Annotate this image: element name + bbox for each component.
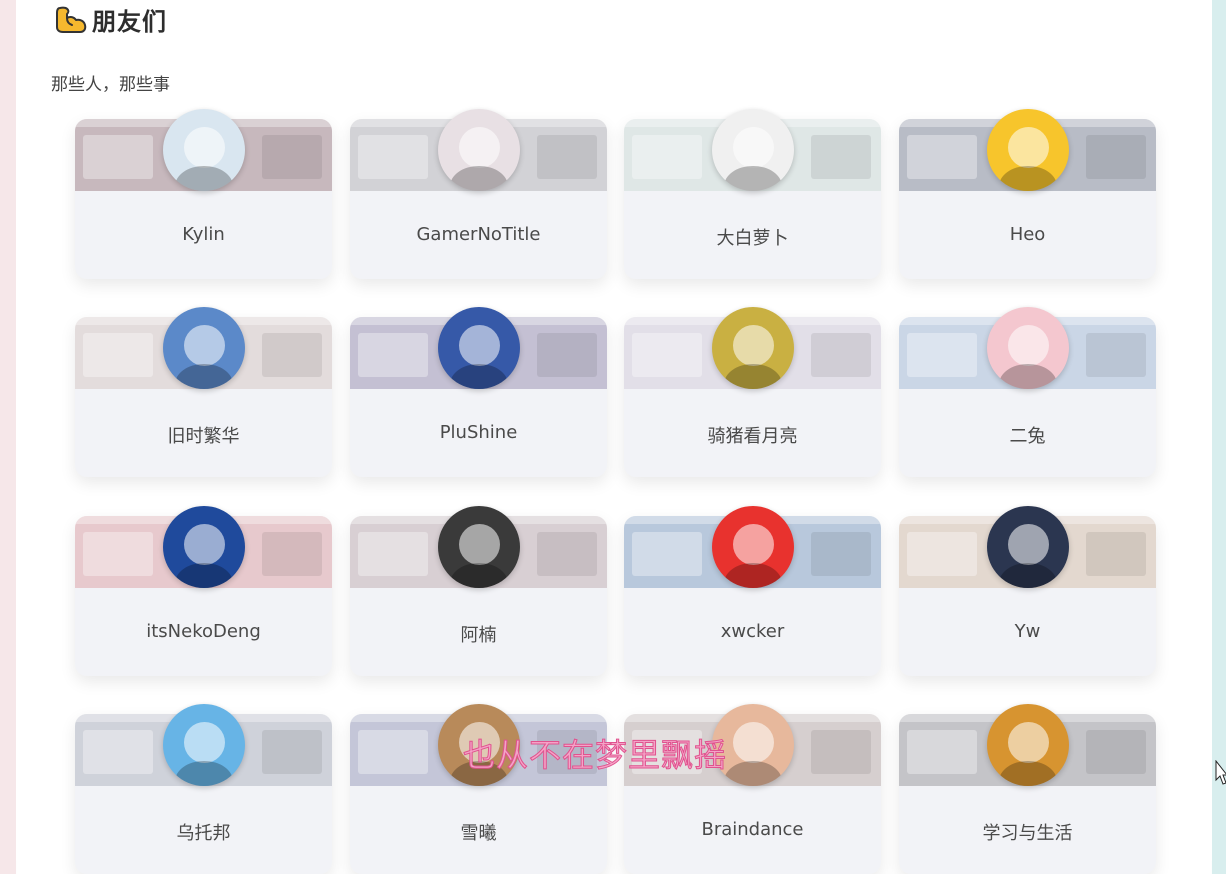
- friend-card[interactable]: PluShine: [350, 307, 607, 477]
- avatar[interactable]: [163, 704, 245, 786]
- avatar[interactable]: [163, 307, 245, 389]
- friend-card[interactable]: 骑猪看月亮: [624, 307, 881, 477]
- friend-card[interactable]: Yw: [899, 506, 1156, 676]
- page-subtitle: 那些人，那些事: [51, 75, 170, 95]
- avatar[interactable]: [987, 704, 1069, 786]
- friend-name[interactable]: itsNekoDeng: [75, 621, 332, 642]
- friend-name[interactable]: Yw: [899, 621, 1156, 642]
- friend-name[interactable]: 阿楠: [350, 621, 607, 647]
- friend-name[interactable]: 二兔: [899, 422, 1156, 448]
- friend-card[interactable]: itsNekoDeng: [75, 506, 332, 676]
- avatar[interactable]: [712, 506, 794, 588]
- avatar[interactable]: [438, 109, 520, 191]
- avatar[interactable]: [163, 506, 245, 588]
- friend-name[interactable]: xwcker: [624, 621, 881, 642]
- avatar[interactable]: [163, 109, 245, 191]
- friend-name[interactable]: Heo: [899, 224, 1156, 245]
- friend-card[interactable]: Kylin: [75, 109, 332, 279]
- friend-name[interactable]: PluShine: [350, 422, 607, 443]
- friend-name[interactable]: 骑猪看月亮: [624, 422, 881, 448]
- avatar[interactable]: [438, 506, 520, 588]
- friend-card[interactable]: 二兔: [899, 307, 1156, 477]
- friend-name[interactable]: 大白萝卜: [624, 224, 881, 250]
- section-heading: 朋友们: [54, 2, 167, 36]
- friend-card[interactable]: GamerNoTitle: [350, 109, 607, 279]
- friend-name[interactable]: 旧时繁华: [75, 422, 332, 448]
- avatar[interactable]: [987, 307, 1069, 389]
- mouse-cursor-icon: [1215, 759, 1226, 790]
- friend-card[interactable]: 大白萝卜: [624, 109, 881, 279]
- avatar[interactable]: [987, 506, 1069, 588]
- friend-card[interactable]: 乌托邦: [75, 704, 332, 874]
- page-title: 朋友们: [92, 7, 167, 36]
- friend-card[interactable]: Heo: [899, 109, 1156, 279]
- flexed-biceps-icon: [54, 4, 88, 34]
- lyric-overlay: 也从不在梦里飘摇: [462, 736, 728, 775]
- avatar[interactable]: [438, 307, 520, 389]
- avatar[interactable]: [987, 109, 1069, 191]
- avatar[interactable]: [712, 307, 794, 389]
- friend-card[interactable]: 旧时繁华: [75, 307, 332, 477]
- friend-name[interactable]: GamerNoTitle: [350, 224, 607, 245]
- friend-card[interactable]: 学习与生活: [899, 704, 1156, 874]
- friend-name[interactable]: Braindance: [624, 819, 881, 840]
- friend-name[interactable]: 雪曦: [350, 819, 607, 845]
- friend-card[interactable]: 阿楠: [350, 506, 607, 676]
- avatar[interactable]: [712, 109, 794, 191]
- friend-name[interactable]: 学习与生活: [899, 819, 1156, 845]
- friend-card[interactable]: xwcker: [624, 506, 881, 676]
- friend-name[interactable]: Kylin: [75, 224, 332, 245]
- friend-name[interactable]: 乌托邦: [75, 819, 332, 845]
